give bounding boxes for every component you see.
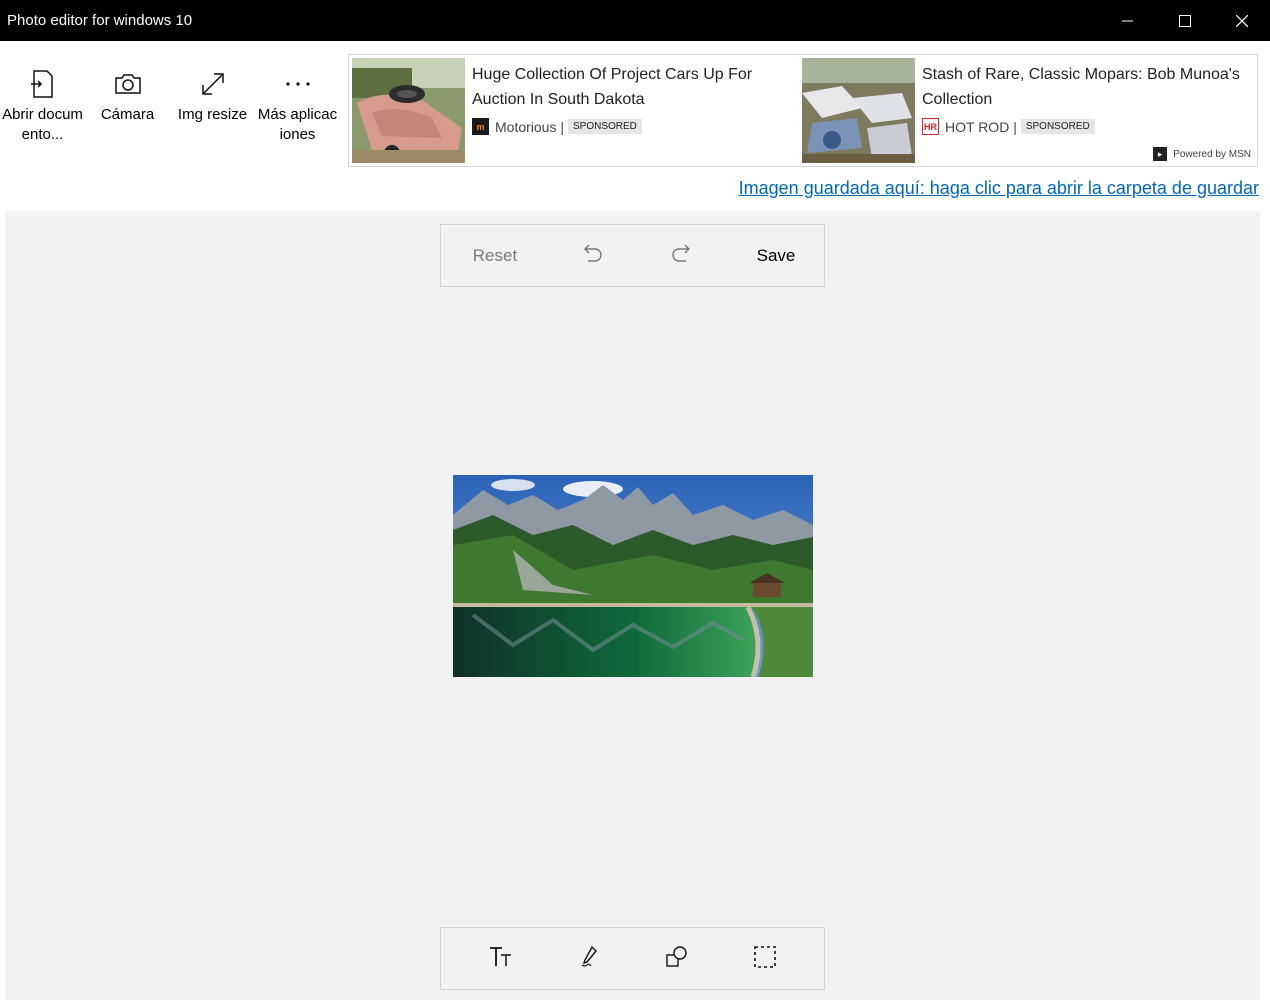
img-resize-label: Img resize — [177, 106, 248, 123]
shapes-tool-button[interactable] — [657, 928, 697, 991]
powered-by-label: Powered by MSN — [1173, 148, 1251, 160]
open-document-label: Abrir documento... — [2, 106, 83, 143]
reset-button[interactable]: Reset — [459, 225, 531, 286]
title-bar: Photo editor for windows 10 — [0, 0, 1270, 41]
ad-source-name: Motorious | — [495, 118, 564, 135]
edit-actions-bar: Reset Save — [440, 224, 825, 287]
editor-workspace: Reset Save — [5, 211, 1260, 1000]
shapes-icon — [665, 945, 689, 974]
hotrod-logo-icon: HR — [922, 118, 939, 135]
ad-headline[interactable]: Huge Collection Of Project Cars Up For A… — [472, 62, 772, 112]
window-title: Photo editor for windows 10 — [7, 12, 193, 29]
crop-select-icon — [753, 945, 777, 974]
text-icon — [488, 945, 514, 974]
ad-headline[interactable]: Stash of Rare, Classic Mopars: Bob Munoa… — [922, 62, 1242, 112]
redo-button[interactable] — [661, 225, 701, 286]
ad-source: m Motorious | SPONSORED — [472, 118, 772, 135]
undo-button[interactable] — [573, 225, 613, 286]
minimize-icon[interactable] — [1099, 0, 1156, 41]
pen-icon — [578, 945, 600, 974]
img-resize-button[interactable]: Img resize — [170, 41, 255, 171]
sponsored-badge: SPONSORED — [1020, 119, 1095, 134]
ad-source: HR HOT ROD | SPONSORED — [922, 118, 1242, 135]
ad-thumbnail — [352, 58, 465, 163]
text-tool-button[interactable] — [481, 928, 521, 991]
open-document-icon — [30, 69, 56, 99]
msn-logo-icon: ▸ — [1153, 147, 1168, 161]
powered-by-msn[interactable]: ▸ Powered by MSN — [1153, 147, 1251, 161]
motorious-logo-icon: m — [472, 118, 489, 135]
more-apps-label: Más aplicaciones — [257, 106, 338, 143]
app-toolbar: Abrir documento... Cámara Img resize Más… — [0, 41, 340, 171]
more-icon — [284, 69, 312, 99]
maximize-icon[interactable] — [1156, 0, 1213, 41]
sponsored-badge: SPONSORED — [568, 119, 642, 134]
pen-tool-button[interactable] — [569, 928, 609, 991]
select-tool-button[interactable] — [745, 928, 785, 991]
more-apps-button[interactable]: Más aplicaciones — [255, 41, 340, 171]
edited-photo[interactable] — [453, 475, 813, 677]
open-document-button[interactable]: Abrir documento... — [0, 41, 85, 171]
camera-icon — [114, 69, 142, 99]
ad-item[interactable]: Huge Collection Of Project Cars Up For A… — [352, 58, 792, 164]
undo-icon — [582, 242, 604, 269]
save-button[interactable]: Save — [741, 225, 811, 286]
redo-icon — [670, 242, 692, 269]
ad-info: Huge Collection Of Project Cars Up For A… — [465, 58, 772, 164]
camera-label: Cámara — [100, 106, 155, 123]
close-icon[interactable] — [1213, 0, 1270, 41]
ad-source-name: HOT ROD | — [945, 118, 1017, 135]
ad-panel: Huge Collection Of Project Cars Up For A… — [348, 54, 1258, 167]
tools-bar — [440, 927, 825, 990]
ad-thumbnail — [802, 58, 915, 163]
window-controls — [1099, 0, 1270, 41]
saved-folder-link[interactable]: Imagen guardada aquí: haga clic para abr… — [739, 178, 1259, 199]
camera-button[interactable]: Cámara — [85, 41, 170, 171]
resize-icon — [199, 69, 227, 99]
